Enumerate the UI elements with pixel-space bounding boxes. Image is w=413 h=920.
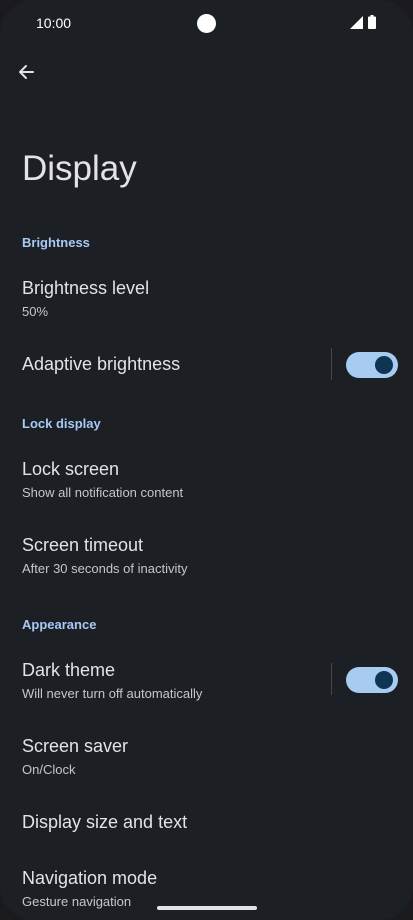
setting-subtitle: After 30 seconds of inactivity — [22, 561, 188, 576]
setting-subtitle: Show all notification content — [22, 485, 184, 500]
back-arrow-icon[interactable] — [12, 58, 40, 86]
gesture-navigation-handle[interactable] — [157, 906, 257, 910]
setting-navigation-mode[interactable]: Navigation mode Gesture navigation — [0, 854, 413, 920]
switch-thumb — [375, 356, 393, 374]
setting-title: Brightness level — [22, 278, 150, 298]
setting-screen-timeout[interactable]: Screen timeout After 30 seconds of inact… — [0, 521, 413, 587]
section-header-appearance: Appearance — [22, 617, 97, 632]
setting-subtitle: Will never turn off automatically — [22, 686, 203, 701]
status-time: 10:00 — [36, 15, 72, 31]
section-header-lock-display: Lock display — [22, 416, 101, 431]
setting-subtitle: 50% — [22, 304, 49, 319]
setting-display-size-and-text[interactable]: Display size and text — [0, 798, 413, 848]
dark-theme-switch[interactable] — [346, 667, 398, 693]
adaptive-brightness-switch[interactable] — [346, 352, 398, 378]
setting-screen-saver[interactable]: Screen saver On/Clock — [0, 722, 413, 788]
section-header-brightness: Brightness — [22, 235, 90, 250]
setting-title: Screen saver — [22, 736, 129, 756]
status-bar: 10:00 — [0, 0, 413, 46]
setting-title: Screen timeout — [22, 535, 144, 555]
setting-brightness-level[interactable]: Brightness level 50% — [0, 264, 413, 330]
setting-subtitle: Gesture navigation — [22, 894, 132, 909]
setting-title: Navigation mode — [22, 868, 158, 888]
setting-subtitle: On/Clock — [22, 762, 76, 777]
settings-screen: 10:00 Display Brightness Brightness leve… — [0, 0, 413, 920]
setting-adaptive-brightness[interactable]: Adaptive brightness — [0, 340, 413, 388]
setting-title: Adaptive brightness — [22, 354, 181, 374]
divider — [331, 348, 332, 380]
page-title: Display — [22, 149, 137, 188]
camera-cutout — [197, 14, 216, 33]
setting-title: Dark theme — [22, 660, 116, 680]
divider — [331, 663, 332, 695]
setting-title: Display size and text — [22, 812, 188, 832]
setting-lock-screen[interactable]: Lock screen Show all notification conten… — [0, 445, 413, 511]
cellular-signal-icon — [350, 16, 363, 29]
battery-icon — [368, 15, 376, 29]
switch-thumb — [375, 671, 393, 689]
setting-dark-theme[interactable]: Dark theme Will never turn off automatic… — [0, 646, 413, 712]
setting-title: Lock screen — [22, 459, 120, 479]
